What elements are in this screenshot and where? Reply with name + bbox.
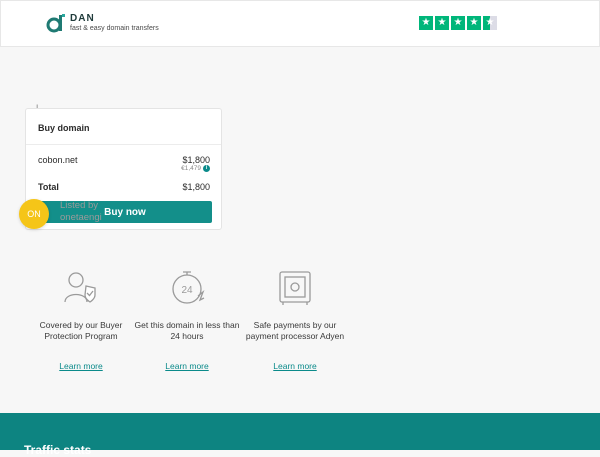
24h-clock-icon: 24 bbox=[172, 271, 205, 304]
safe-icon bbox=[279, 271, 311, 305]
card-title: Buy domain bbox=[38, 123, 90, 133]
price-eur: €1,479 bbox=[181, 165, 201, 172]
dan-logo-icon[interactable] bbox=[46, 13, 66, 33]
brand-name[interactable]: DAN bbox=[70, 13, 95, 24]
star-icon: ★ bbox=[467, 16, 481, 30]
listed-by-label: Listed by bbox=[60, 200, 99, 211]
star-icon: ★ bbox=[435, 16, 449, 30]
learn-more-link[interactable]: Learn more bbox=[26, 361, 136, 371]
total-value: $1,800 bbox=[182, 182, 210, 192]
feature-text: Covered by our Buyer Protection Program bbox=[39, 320, 123, 341]
feature-fast-transfer: 24 Get this domain in less than 24 hours… bbox=[132, 268, 242, 371]
divider bbox=[26, 144, 221, 145]
trustpilot-rating[interactable]: ★ ★ ★ ★ ★ bbox=[419, 16, 497, 30]
site-header: DAN fast & easy domain transfers ★ ★ ★ ★… bbox=[0, 0, 600, 47]
feature-buyer-protection: Covered by our Buyer Protection Program … bbox=[26, 268, 136, 371]
learn-more-link[interactable]: Learn more bbox=[132, 361, 242, 371]
price-usd: $1,800 bbox=[182, 155, 210, 165]
seller-avatar[interactable]: ON bbox=[19, 199, 49, 229]
traffic-stats-section: Traffic stats bbox=[0, 413, 600, 457]
brand-tagline: fast & easy domain transfers bbox=[70, 25, 159, 32]
feature-text: Get this domain in less than 24 hours bbox=[134, 320, 240, 341]
learn-more-link[interactable]: Learn more bbox=[240, 361, 350, 371]
seller-name[interactable]: onetaengi bbox=[60, 212, 102, 223]
star-icon: ★ bbox=[419, 16, 433, 30]
feature-text: Safe payments by our payment processor A… bbox=[245, 320, 345, 341]
price-eur-row: €1,479 i bbox=[181, 165, 210, 172]
svg-text:24: 24 bbox=[181, 285, 193, 296]
domain-name: cobon.net bbox=[38, 155, 78, 165]
half-star-icon: ★ bbox=[483, 16, 497, 30]
info-icon[interactable]: i bbox=[203, 165, 210, 172]
total-label: Total bbox=[38, 182, 59, 192]
section-title: Traffic stats bbox=[24, 443, 92, 457]
feature-safe-payments: Safe payments by our payment processor A… bbox=[240, 268, 350, 371]
buy-domain-card: Buy domain cobon.net $1,800 €1,479 i Tot… bbox=[25, 108, 222, 230]
star-icon: ★ bbox=[451, 16, 465, 30]
shield-person-icon bbox=[64, 272, 96, 303]
